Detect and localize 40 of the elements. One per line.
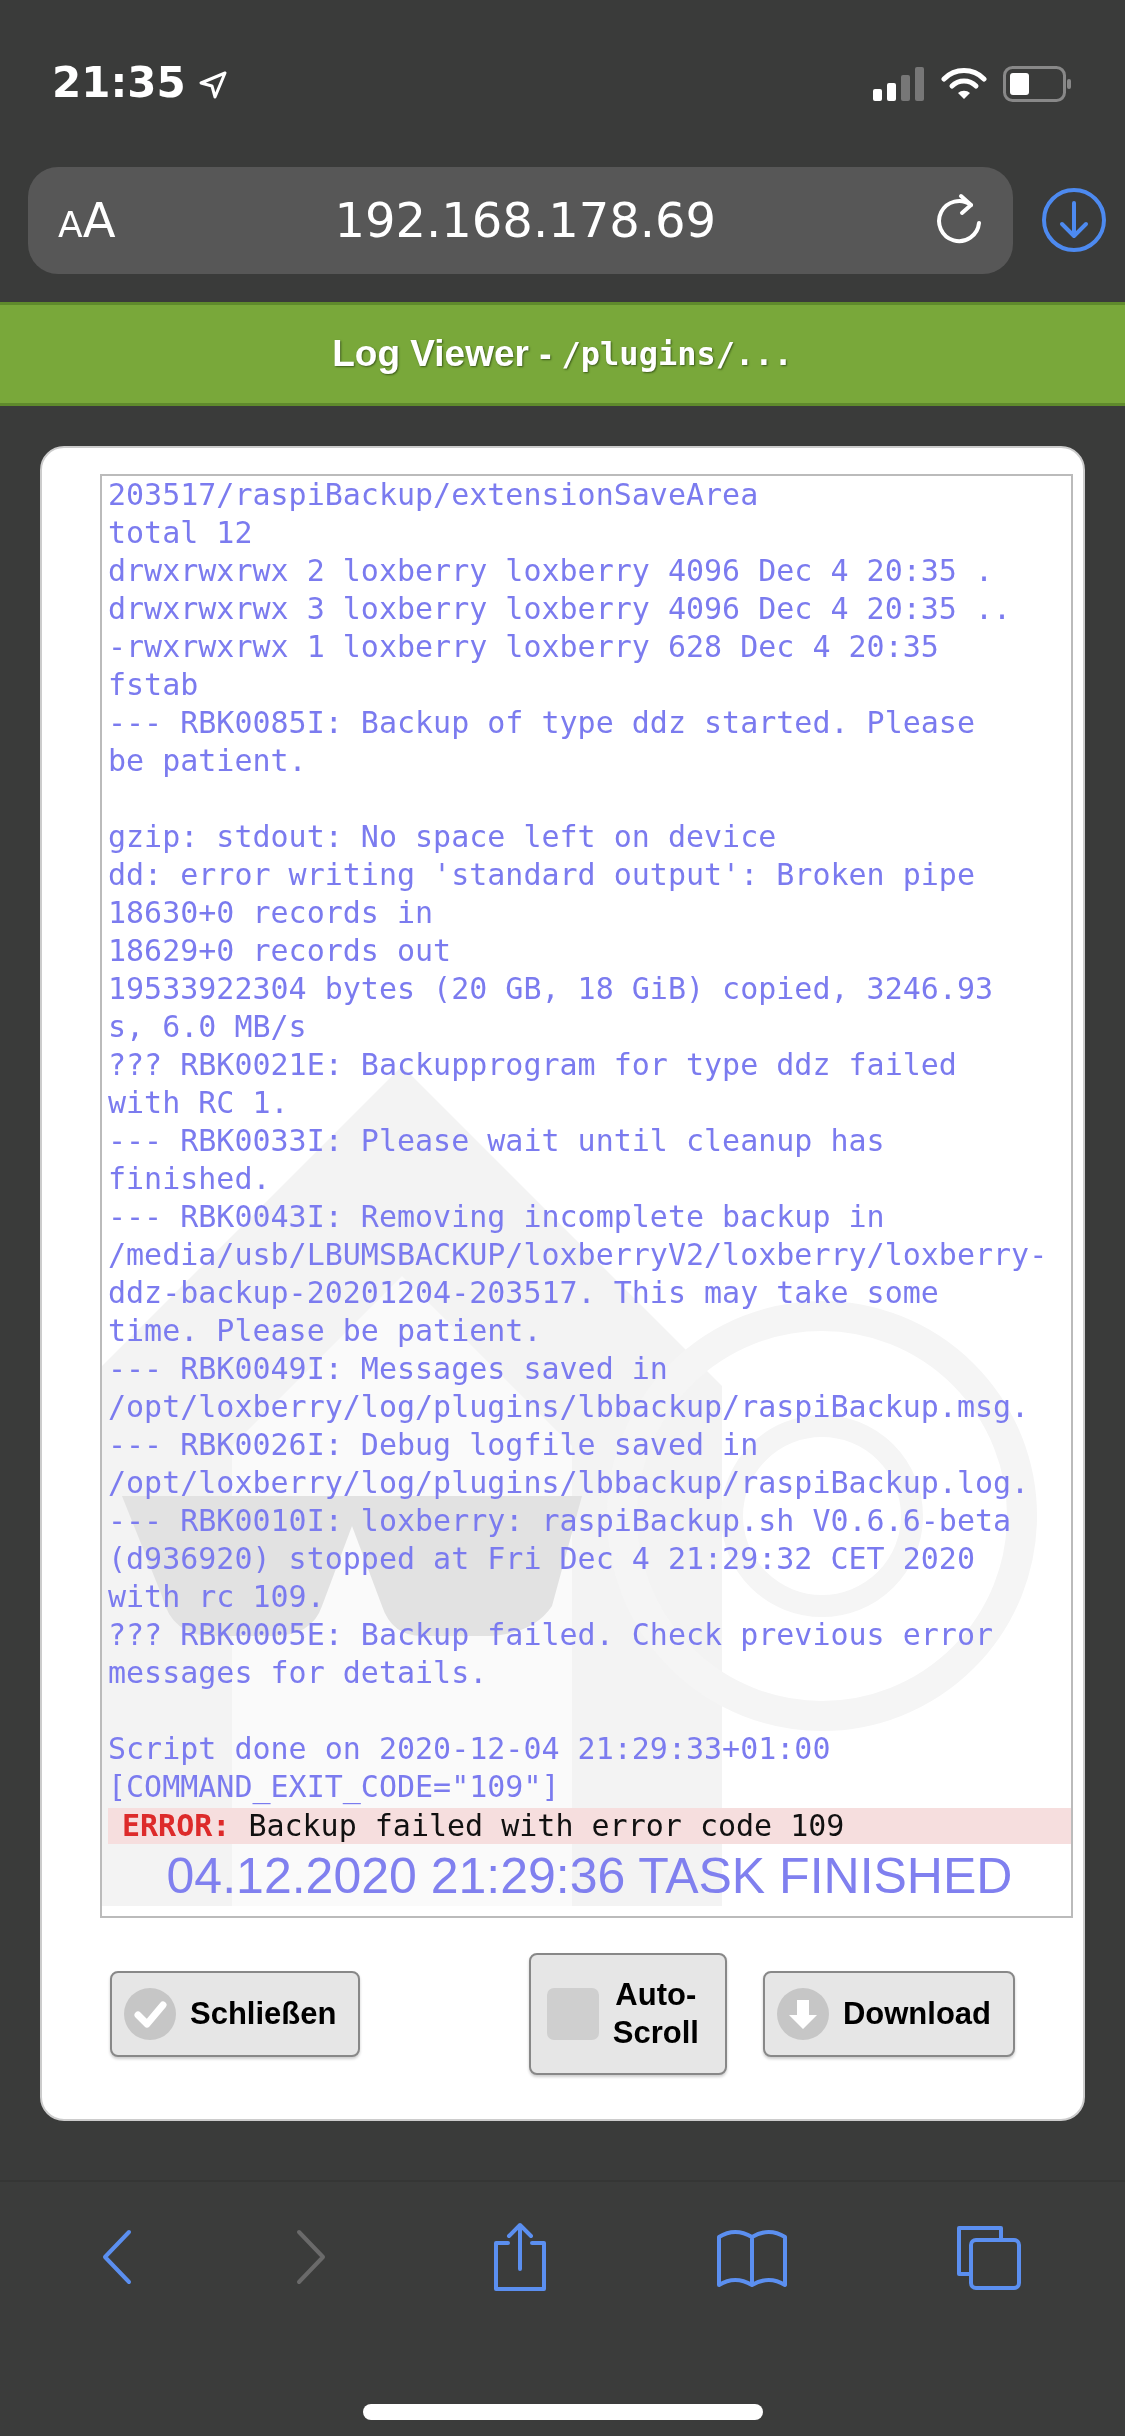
download-icon[interactable] xyxy=(1041,187,1107,253)
task-finished-text: 04.12.2020 21:29:36 TASK FINISHED xyxy=(166,1847,1013,1906)
url-text: 192.168.178.69 xyxy=(333,191,718,250)
log-entry: 19533922304 bytes (20 GB, 18 GiB) copied, 3246.93 s, 6.0 MB/s xyxy=(108,970,994,1046)
log-entry: drwxrwxrwx 3 loxberry loxberry 4096 Dec 4 20:35 .. xyxy=(108,590,1013,628)
log-entry: 18630+0 records in xyxy=(108,894,435,932)
back-icon[interactable] xyxy=(102,2229,133,2285)
log-entry: 18629+0 records out xyxy=(108,932,453,970)
error-label: ERROR: xyxy=(122,1808,231,1844)
log-entry: --- RBK0026I: Debug logfile saved in /opt/loxberry/log/plugins/lbbackup/raspiBackup.log. xyxy=(108,1426,1031,1502)
wifi-icon xyxy=(941,67,987,101)
log-entry: --- RBK0085I: Backup of type ddz started. Please be patient. xyxy=(108,704,976,780)
error-message: Backup failed with error code 109 xyxy=(248,1808,845,1844)
log-entry: --- RBK0043I: Removing incomplete backup in /media/usb/LBUMSBACKUP/loxberryV2/loxberry/loxberry- ddz-backup-20201204-203517. This may take some time. Please be patient. xyxy=(108,1198,1049,1350)
log-entry: gzip: stdout: No space left on device xyxy=(108,818,778,856)
text-size-button[interactable]: AA xyxy=(58,184,116,256)
signal-icon xyxy=(873,67,925,101)
close-button[interactable]: Schließen xyxy=(110,1971,361,2057)
header-title: Log Viewer - xyxy=(332,332,552,377)
battery-icon xyxy=(1003,66,1073,102)
header-path: /plugins/... xyxy=(561,334,793,375)
status-time: 21:35 xyxy=(52,58,186,108)
log-entry: dd: error writing 'standard output': Broken pipe xyxy=(108,856,976,894)
log-entry: Script done on 2020-12-04 21:29:33+01:00 xyxy=(108,1730,832,1768)
log-entry: ??? RBK0021E: Backupprogram for type ddz failed with RC 1. xyxy=(108,1046,958,1122)
log-entry: drwxrwxrwx 2 loxberry loxberry 4096 Dec 4 20:35 . xyxy=(108,552,994,590)
log-entry: [COMMAND_EXIT_CODE="109"] xyxy=(108,1768,561,1806)
log-entry: -rwxrwxrwx 1 loxberry loxberry 628 Dec 4 20:35 fstab xyxy=(108,628,940,704)
check-icon xyxy=(124,1988,176,2040)
log-entry: --- RBK0010I: loxberry: raspiBackup.sh V0.6.6-beta (d936920) stopped at Fri Dec 4 21:29:32 CET 2020 with rc 109. xyxy=(108,1502,1013,1616)
address-bar[interactable]: AA 192.168.178.69 xyxy=(28,166,1013,274)
log-entry: --- RBK0049I: Messages saved in /opt/loxberry/log/plugins/lbbackup/raspiBackup.msg. xyxy=(108,1350,1031,1426)
log-entry: ??? RBK0005E: Backup failed. Check previous error messages for details. xyxy=(108,1616,994,1692)
location-arrow-icon xyxy=(197,70,228,100)
arrow-down-icon xyxy=(776,1988,829,2040)
log-entry: 203517/raspiBackup/extensionSaveArea xyxy=(108,476,760,514)
log-entry: total 12 xyxy=(108,514,254,552)
auto-scroll-toggle[interactable]: Auto- Scroll xyxy=(528,1953,727,2075)
download-button[interactable]: Download xyxy=(762,1971,1015,2057)
log-entry: --- RBK0033I: Please wait until cleanup has finished. xyxy=(108,1122,886,1198)
